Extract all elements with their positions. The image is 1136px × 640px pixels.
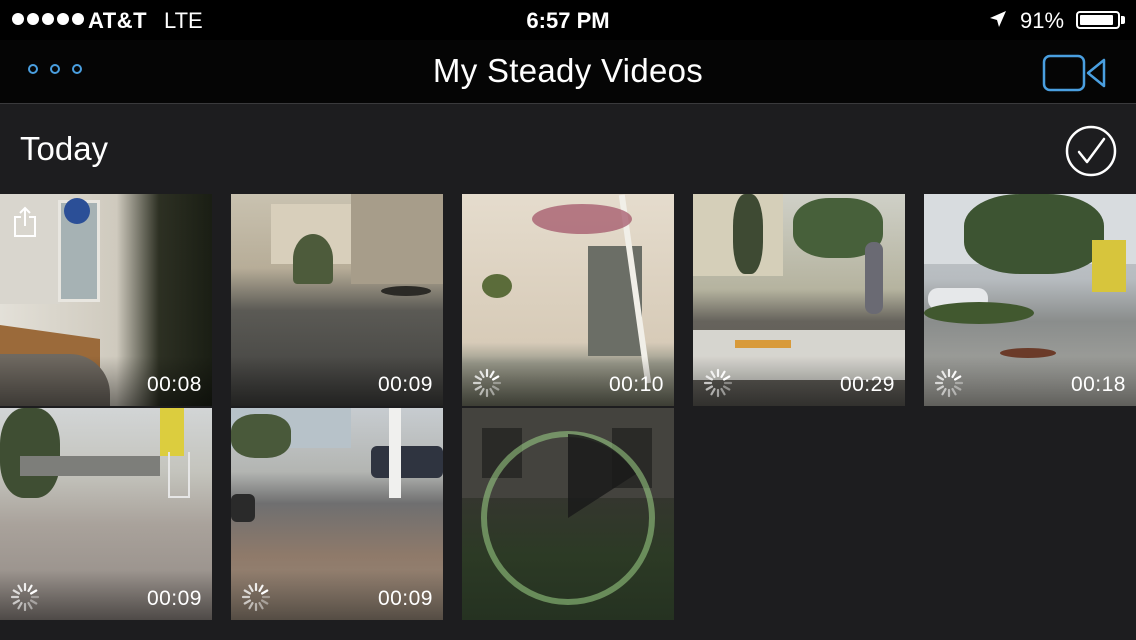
battery-icon [1076, 11, 1120, 29]
battery-tip [1121, 16, 1125, 24]
video-duration: 00:09 [377, 587, 433, 610]
video-thumbnail[interactable]: 00:09 [231, 408, 443, 620]
video-duration: 00:09 [146, 587, 202, 610]
battery-percent: 91% [1020, 8, 1065, 33]
video-duration: 00:10 [608, 373, 664, 396]
video-thumbnail-processing[interactable] [462, 408, 674, 620]
share-icon[interactable] [12, 206, 38, 238]
status-time: 6:57 PM [526, 8, 610, 33]
video-duration: 00:29 [839, 373, 895, 396]
video-duration: 00:18 [1070, 373, 1126, 396]
checkmark-circle-icon[interactable] [1064, 124, 1118, 178]
loading-spinner-icon [472, 368, 502, 398]
loading-spinner-icon [934, 368, 964, 398]
loading-spinner-icon [703, 368, 733, 398]
navigation-bar: My Steady Videos [0, 40, 1136, 104]
video-duration: 00:09 [377, 373, 433, 396]
video-camera-icon[interactable] [1040, 52, 1110, 94]
status-bar: AT&T LTE 6:57 PM 91% [0, 0, 1136, 40]
page-title: My Steady Videos [432, 52, 704, 89]
video-thumbnail[interactable]: 00:18 [924, 194, 1136, 406]
video-duration: 00:08 [146, 373, 202, 396]
processing-progress-icon [481, 431, 655, 605]
video-thumbnail[interactable]: 00:29 [693, 194, 905, 406]
video-thumbnail[interactable]: 00:09 [231, 194, 443, 406]
section-title: Today [20, 130, 109, 167]
video-thumbnail[interactable]: 00:10 [462, 194, 674, 406]
loading-spinner-icon [10, 582, 40, 612]
video-thumbnail[interactable]: 00:08 [0, 194, 212, 406]
video-thumbnail[interactable]: 00:09 [0, 408, 212, 620]
location-arrow-icon [990, 11, 1006, 27]
loading-spinner-icon [241, 582, 271, 612]
